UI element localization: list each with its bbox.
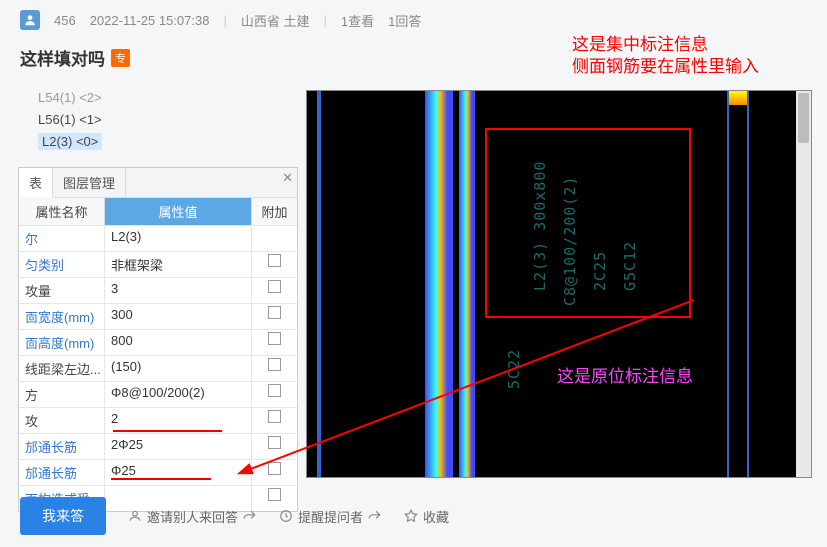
col-extra: 附加 [251,198,297,225]
remind-button[interactable]: 提醒提问者 [279,507,382,526]
checkbox[interactable] [268,436,281,449]
beam-bar [317,91,321,477]
table-row: 尔L2(3) [19,225,297,251]
share-icon [243,509,257,523]
beam-line [747,91,749,477]
beam-list: L54(1) <2> L56(1) <1> L2(3) <0> [18,85,298,161]
star-icon [404,509,418,523]
col-name: 属性名称 [19,198,105,225]
prop-name: 攻量 [19,278,105,303]
prop-name: 靣高度(mm) [19,330,105,355]
divider: | [223,13,226,28]
beam-bar [425,91,453,477]
answer-button[interactable]: 我来答 [20,497,106,535]
cad-label: 5C22 [505,349,523,389]
prop-name: 匀类别 [19,252,105,277]
prop-name: 方 [19,382,105,407]
page-title: 这样填对吗 [20,45,105,70]
list-item-selected: L2(3) <0> [38,133,102,150]
remind-label: 提醒提问者 [298,507,363,526]
favorite-button[interactable]: 收藏 [404,507,449,526]
close-icon[interactable]: ✕ [282,170,293,186]
tab-layers[interactable]: 图层管理 [53,168,126,197]
username[interactable]: 456 [54,13,76,28]
checkbox[interactable] [268,358,281,371]
checkbox[interactable] [268,280,281,293]
prop-name: 靣宽度(mm) [19,304,105,329]
table-row: 攻量3 [19,277,297,303]
checkbox[interactable] [268,332,281,345]
table-row: 匀类别非框架梁 [19,251,297,277]
view-count: 1查看 [341,11,374,30]
column-mark [729,91,747,105]
prop-value[interactable]: Φ8@100/200(2) [105,382,251,407]
table-row: 靣高度(mm)800 [19,329,297,355]
prop-value[interactable]: 800 [105,330,251,355]
prop-value[interactable]: L2(3) [105,226,251,251]
favorite-label: 收藏 [423,507,449,526]
prop-value[interactable]: 2Φ25 [105,434,251,459]
footer-actions: 我来答 邀请别人来回答 提醒提问者 收藏 [20,497,449,535]
expert-badge: 专 [111,49,130,67]
checkbox[interactable] [268,410,281,423]
location: 山西省 土建 [241,11,310,30]
table-row: 靣宽度(mm)300 [19,303,297,329]
table-row: 攻2 [19,407,297,433]
annotation-line: 侧面钢筋要在属性里输入 [572,56,759,78]
prop-value[interactable]: 非框架梁 [105,252,251,277]
prop-name: 邡通长筋 [19,434,105,459]
invite-button[interactable]: 邀请别人来回答 [128,507,257,526]
checkbox[interactable] [268,384,281,397]
checkbox[interactable] [268,306,281,319]
invite-label: 邀请别人来回答 [147,507,238,526]
prop-name: 攻 [19,408,105,433]
highlighted-value: Φ25 [111,463,211,480]
prop-value[interactable]: Φ25 [105,460,251,485]
timestamp: 2022-11-25 15:07:38 [90,13,210,28]
list-item[interactable]: L56(1) <1> [38,109,278,131]
tab-bar: 表 图层管理 [19,168,297,198]
list-item[interactable]: L2(3) <0> [38,131,278,153]
annotation-line: 这是集中标注信息 [572,34,759,56]
prop-value[interactable]: (150) [105,356,251,381]
checkbox[interactable] [268,462,281,475]
prop-value[interactable]: 3 [105,278,251,303]
table-row: 方Φ8@100/200(2) [19,381,297,407]
scrollbar-vertical[interactable] [796,91,811,477]
prop-value[interactable]: 300 [105,304,251,329]
divider: | [323,13,326,28]
col-value: 属性值 [105,198,251,225]
list-item[interactable]: L54(1) <2> [38,87,278,109]
beam-bar [459,91,475,477]
annotation-text: 这是集中标注信息 侧面钢筋要在属性里输入 [572,34,759,78]
prop-name: 邡通长筋 [19,460,105,485]
left-panel: L54(1) <2> L56(1) <1> L2(3) <0> ✕ 表 图层管理… [18,85,298,512]
property-panel: ✕ 表 图层管理 属性名称 属性值 附加 尔L2(3) 匀类别非框架梁 攻量3 … [18,167,298,512]
checkbox[interactable] [268,254,281,267]
answer-count: 1回答 [388,11,421,30]
scrollbar-thumb[interactable] [798,93,809,143]
share-icon [368,509,382,523]
annotation-box [485,128,691,318]
table-row: 邡通长筋 Φ25 [19,459,297,485]
tab-properties[interactable]: 表 [19,168,53,198]
table-row: 线距梁左边...(150) [19,355,297,381]
annotation-text: 这是原位标注信息 [557,362,693,387]
prop-value[interactable]: 2 [105,408,251,433]
property-header: 属性名称 属性值 附加 [19,198,297,225]
avatar [20,10,40,30]
table-row: 邡通长筋2Φ25 [19,433,297,459]
person-icon [128,509,142,523]
prop-name: 尔 [19,226,105,251]
prop-name: 线距梁左边... [19,356,105,381]
beam-line [727,91,729,477]
clock-icon [279,509,293,523]
